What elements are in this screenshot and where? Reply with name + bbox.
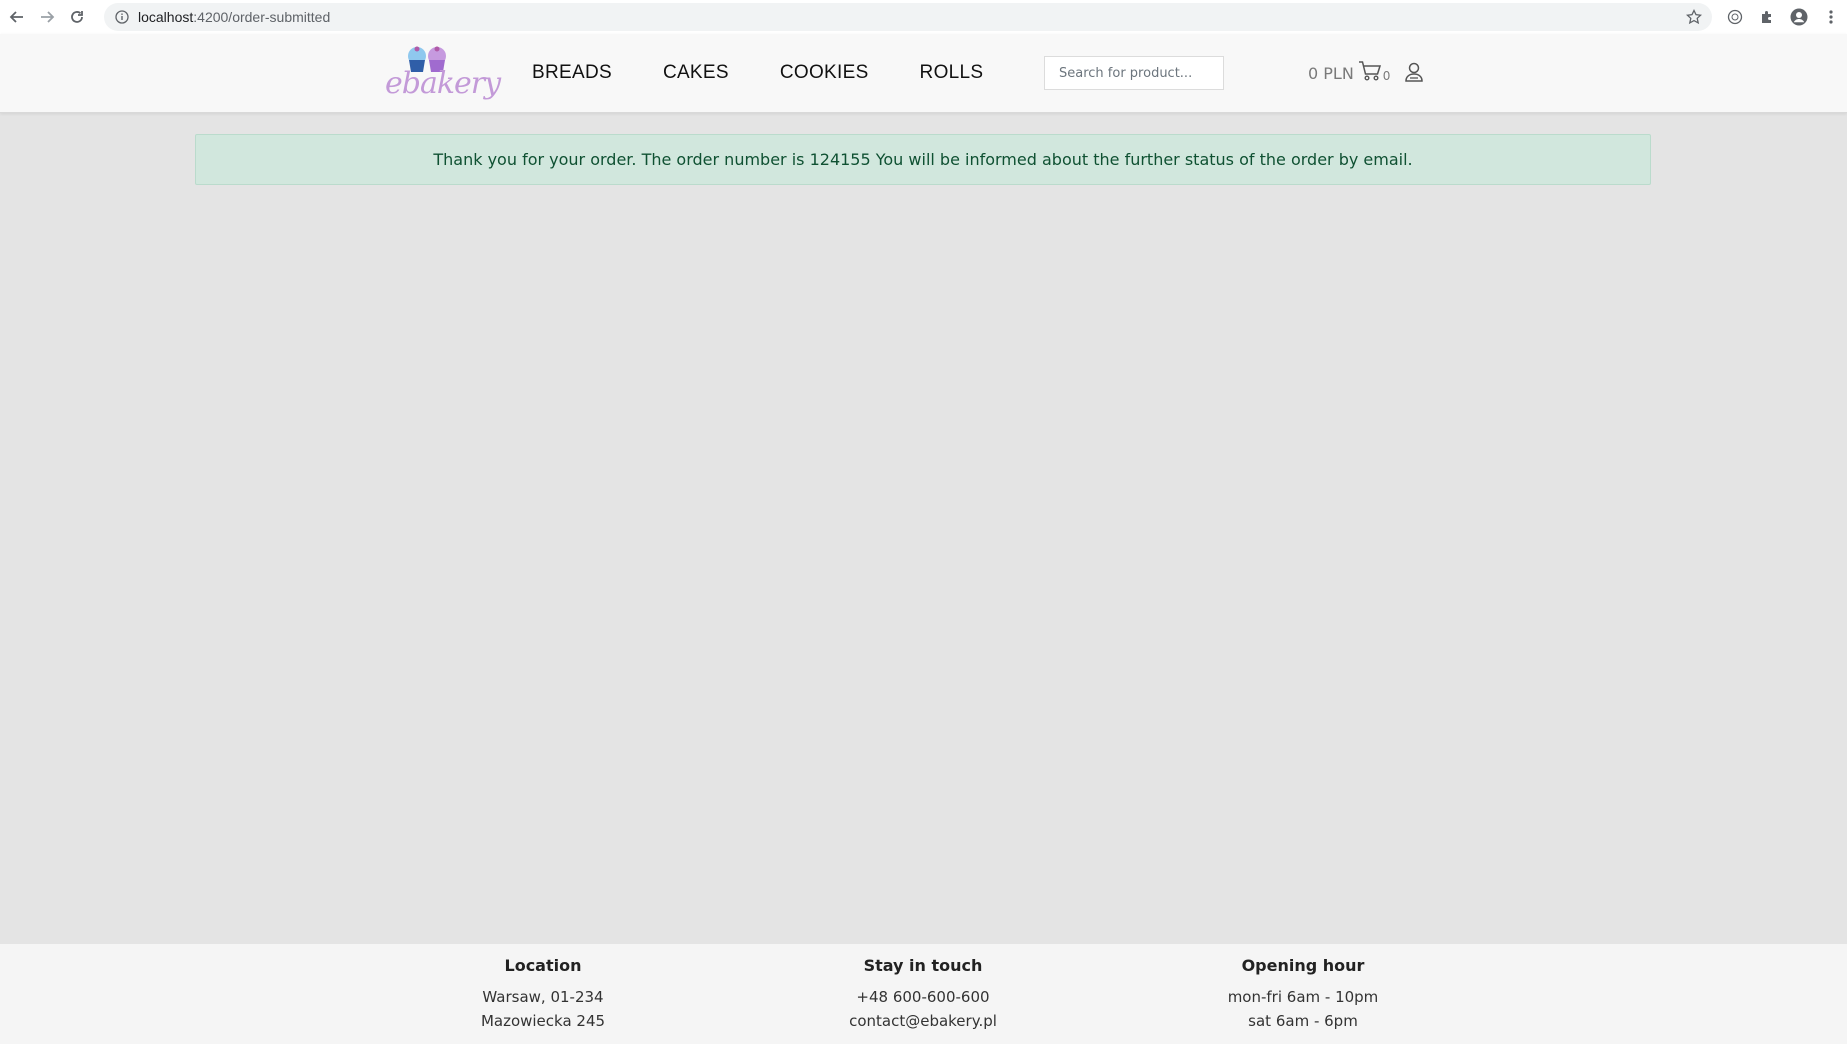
footer-location-line2: Mazowiecka 245	[480, 1012, 606, 1030]
browser-toolbar: localhost:4200/order-submitted	[0, 0, 1847, 34]
footer-hours: Opening hour mon-fri 6am - 10pm sat 6am …	[1173, 956, 1433, 1033]
footer-location-line1: Warsaw, 01-234	[482, 988, 604, 1006]
nav-link-cakes[interactable]: CAKES	[663, 62, 729, 84]
cart-icon	[1358, 60, 1382, 86]
footer-hours-line1: mon-fri 6am - 10pm	[1227, 988, 1379, 1006]
main-nav: BREADS CAKES COOKIES ROLLS	[532, 34, 1034, 112]
forward-icon[interactable]	[32, 2, 62, 32]
extension-icon[interactable]	[1719, 0, 1751, 34]
url-text: localhost:4200/order-submitted	[138, 9, 330, 25]
footer-hours-title: Opening hour	[1241, 956, 1365, 975]
profile-icon[interactable]	[1783, 0, 1815, 34]
user-account-icon[interactable]	[1404, 61, 1424, 87]
logo-text: ebakery	[385, 66, 501, 101]
cart-total: 0 PLN	[1308, 63, 1354, 83]
alert-message: Thank you for your order. The order numb…	[433, 150, 1413, 169]
puzzle-icon[interactable]	[1751, 0, 1783, 34]
site-info-icon[interactable]	[114, 9, 130, 25]
menu-kebab-icon[interactable]	[1815, 0, 1847, 34]
footer-contact: Stay in touch +48 600-600-600 contact@eb…	[793, 956, 1053, 1033]
browser-actions	[1719, 0, 1847, 34]
nav-link-cookies[interactable]: COOKIES	[780, 62, 869, 84]
search-input[interactable]	[1044, 56, 1224, 90]
footer-contact-title: Stay in touch	[863, 956, 983, 975]
ebakery-logo[interactable]: ebakery	[383, 44, 501, 104]
site-footer: Location Warsaw, 01-234 Mazowiecka 245 S…	[0, 944, 1847, 1044]
order-success-alert: Thank you for your order. The order numb…	[195, 134, 1651, 185]
footer-location: Location Warsaw, 01-234 Mazowiecka 245	[413, 956, 673, 1033]
cart-count: 0	[1382, 69, 1391, 83]
nav-link-breads[interactable]: BREADS	[532, 62, 612, 84]
footer-hours-line2: sat 6am - 6pm	[1248, 1012, 1358, 1030]
address-bar[interactable]: localhost:4200/order-submitted	[104, 3, 1712, 31]
cart-button[interactable]: 0 PLN 0	[1308, 56, 1390, 90]
url-path: :4200/order-submitted	[193, 9, 331, 25]
url-host: localhost	[138, 9, 194, 25]
bookmark-star-icon[interactable]	[1685, 8, 1703, 29]
reload-icon[interactable]	[62, 2, 92, 32]
nav-link-rolls[interactable]: ROLLS	[920, 62, 984, 84]
footer-location-title: Location	[504, 956, 582, 975]
site-header: ebakery BREADS CAKES COOKIES ROLLS 0 PLN…	[0, 34, 1847, 113]
back-icon[interactable]	[2, 2, 32, 32]
footer-phone[interactable]: +48 600-600-600	[793, 985, 1053, 1009]
footer-email[interactable]: contact@ebakery.pl	[793, 1009, 1053, 1033]
